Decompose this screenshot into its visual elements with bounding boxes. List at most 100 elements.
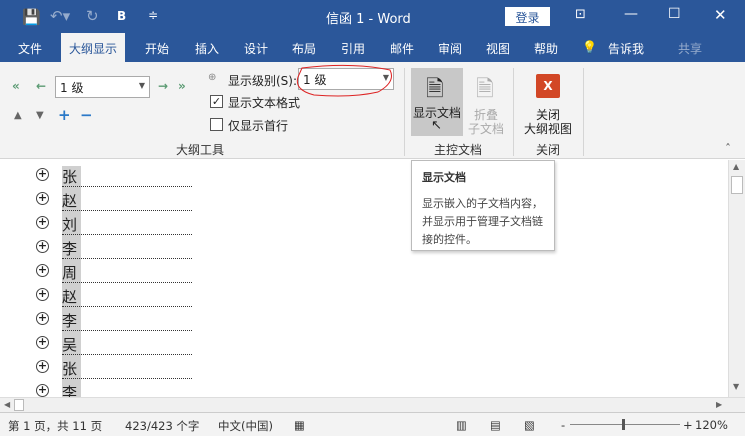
expand-plus-icon[interactable]: + — [36, 216, 49, 229]
collapsed-content-underline — [62, 330, 192, 331]
group-label-outline-tools: 大纲工具 — [176, 143, 225, 157]
lightbulb-icon: 💡 — [582, 40, 597, 54]
close-outline-view-button[interactable]: X 关闭 大纲视图 — [520, 70, 576, 136]
demote-icon[interactable]: → — [158, 79, 168, 93]
promote-to-heading-icon[interactable]: « — [12, 79, 20, 93]
expand-plus-icon[interactable]: + — [36, 336, 49, 349]
tab-file[interactable]: 文件 — [18, 40, 42, 57]
horizontal-scrollbar[interactable]: ◀ ▶ — [0, 397, 745, 412]
minimize-icon[interactable]: — — [624, 6, 638, 22]
collapsed-content-underline — [62, 186, 192, 187]
document-area[interactable]: +张奇+赵峰+刘璐+李小宏+周文国+赵华+李强+吴晓+张英+李小萌 — [0, 160, 728, 397]
tab-view[interactable]: 视图 — [486, 40, 510, 57]
tooltip-body: 显示嵌入的子文档内容，并显示用于管理子文档链接的控件。 — [422, 197, 543, 246]
page-count[interactable]: 第 1 页，共 11 页 — [8, 418, 102, 434]
show-text-format-label: 显示文本格式 — [228, 96, 301, 110]
word-count[interactable]: 423/423 个字 — [125, 418, 199, 434]
outline-level-select[interactable]: 1 级 ▼ — [55, 76, 150, 98]
window-title: 信函 1 - Word — [326, 12, 411, 27]
collapse-label-2: 子文档 — [468, 122, 505, 136]
expand-plus-icon[interactable]: + — [36, 360, 49, 373]
tooltip-title: 显示文档 — [422, 171, 466, 184]
show-text-format-checkbox[interactable]: ✓ — [210, 95, 223, 108]
undo-icon[interactable]: ↶▾ — [50, 7, 70, 25]
print-layout-icon[interactable]: ▤ — [490, 418, 501, 432]
scroll-thumb[interactable] — [731, 176, 743, 194]
tell-me-input[interactable]: 告诉我 — [608, 40, 644, 57]
expand-plus-icon[interactable]: + — [36, 288, 49, 301]
ribbon: « ← 1 级 ▼ → » ▲ ▼ + − ⊕ 显示级别(S): 1 级 ▼ ✓ 显… — [0, 62, 745, 159]
tab-help[interactable]: 帮助 — [534, 40, 558, 57]
collapse-subdocuments-button[interactable]: 🗎 折叠 子文档 — [466, 68, 506, 136]
collapsed-content-underline — [62, 354, 192, 355]
group-label-close: 关闭 — [536, 143, 561, 157]
zoom-level[interactable]: 120% — [695, 418, 728, 432]
zoom-out-icon[interactable]: - — [561, 418, 565, 432]
tab-insert[interactable]: 插入 — [195, 40, 219, 57]
expand-plus-icon[interactable]: + — [36, 384, 49, 397]
show-first-line-checkbox[interactable] — [210, 118, 223, 131]
subdocument-icon: 🗎 — [476, 77, 494, 102]
promote-icon[interactable]: ← — [36, 79, 46, 93]
collapsed-content-underline — [62, 378, 192, 379]
collapsed-content-underline — [62, 210, 192, 211]
maximize-icon[interactable]: ☐ — [668, 6, 681, 22]
tab-home[interactable]: 开始 — [145, 40, 169, 57]
outline-level-value: 1 级 — [60, 81, 84, 95]
expand-plus-icon[interactable]: + — [36, 168, 49, 181]
bold-qat-button[interactable]: B — [117, 9, 126, 23]
title-bar: 💾 ↶▾ ↻ B ≑ 信函 1 - Word 登录 ⊡ — ☐ ✕ — [0, 0, 745, 33]
tab-layout[interactable]: 布局 — [292, 40, 316, 57]
chevron-down-icon: ▼ — [138, 81, 145, 90]
expand-plus-icon[interactable]: + — [36, 240, 49, 253]
show-first-line-label: 仅显示首行 — [228, 119, 289, 133]
close-label-2: 大纲视图 — [524, 122, 573, 136]
zoom-in-icon[interactable]: + — [683, 418, 693, 432]
move-down-icon[interactable]: ▼ — [36, 110, 44, 121]
tab-outline[interactable]: 大纲显示 — [61, 33, 126, 62]
collapsed-content-underline — [62, 234, 192, 235]
scroll-down-icon[interactable]: ▼ — [733, 382, 739, 391]
collapse-icon[interactable]: − — [80, 106, 93, 124]
share-button[interactable]: 共享 — [678, 40, 702, 57]
move-up-icon[interactable]: ▲ — [14, 110, 22, 121]
ribbon-tabs: 文件 大纲显示 开始 插入 设计 布局 引用 邮件 审阅 视图 帮助 💡 告诉我… — [0, 33, 745, 62]
hscroll-thumb[interactable] — [14, 399, 24, 411]
tooltip: 显示文档 显示嵌入的子文档内容，并显示用于管理子文档链接的控件。 — [411, 160, 555, 251]
red-annotation-circle — [296, 64, 392, 97]
tab-review[interactable]: 审阅 — [438, 40, 462, 57]
scroll-up-icon[interactable]: ▲ — [733, 162, 739, 171]
show-level-icon: ⊕ — [208, 72, 217, 83]
show-document-button[interactable]: 🗎 显示文档 ↖ — [411, 68, 463, 136]
expand-plus-icon[interactable]: + — [36, 192, 49, 205]
macro-icon[interactable]: ▦ — [294, 418, 305, 432]
vertical-scrollbar[interactable]: ▲ ▼ — [728, 160, 745, 397]
scroll-left-icon[interactable]: ◀ — [4, 400, 10, 409]
customize-qat-icon[interactable]: ≑ — [148, 8, 158, 22]
tab-mailings[interactable]: 邮件 — [390, 40, 414, 57]
collapsed-content-underline — [62, 282, 192, 283]
zoom-slider[interactable] — [570, 424, 680, 425]
status-bar: 第 1 页，共 11 页 423/423 个字 中文(中国) ▦ ▥ ▤ ▧ -… — [0, 412, 745, 436]
login-button[interactable]: 登录 — [505, 7, 550, 26]
show-level-label: 显示级别(S): — [228, 74, 298, 88]
expand-plus-icon[interactable]: + — [36, 264, 49, 277]
close-x-icon: X — [536, 74, 560, 98]
web-layout-icon[interactable]: ▧ — [524, 418, 535, 432]
collapsed-content-underline — [62, 306, 192, 307]
demote-to-body-icon[interactable]: » — [178, 79, 186, 93]
save-icon[interactable]: 💾 — [22, 8, 41, 26]
read-mode-icon[interactable]: ▥ — [456, 418, 467, 432]
zoom-slider-thumb[interactable] — [622, 419, 625, 430]
tab-design[interactable]: 设计 — [244, 40, 268, 57]
collapse-ribbon-icon[interactable]: ˆ — [725, 142, 731, 156]
group-label-master-document: 主控文档 — [434, 143, 483, 157]
redo-icon[interactable]: ↻ — [86, 7, 99, 25]
close-icon[interactable]: ✕ — [714, 6, 727, 24]
scroll-right-icon[interactable]: ▶ — [716, 400, 722, 409]
expand-plus-icon[interactable]: + — [36, 312, 49, 325]
language[interactable]: 中文(中国) — [218, 418, 273, 434]
ribbon-display-icon[interactable]: ⊡ — [575, 7, 586, 22]
expand-icon[interactable]: + — [58, 106, 71, 124]
tab-references[interactable]: 引用 — [341, 40, 365, 57]
